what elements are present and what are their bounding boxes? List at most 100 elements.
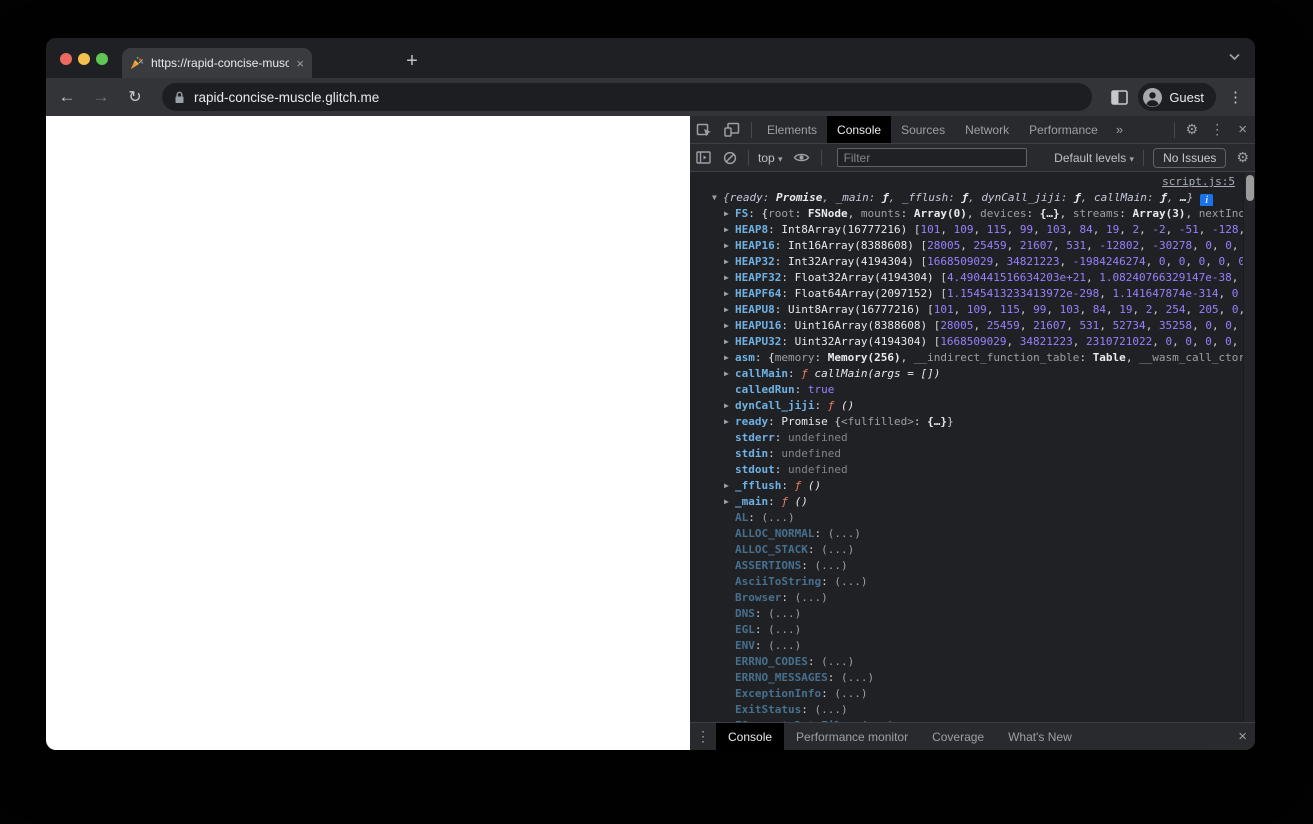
tab-performance[interactable]: Performance <box>1019 116 1108 143</box>
console-token: (...) <box>821 655 855 668</box>
disclosure-triangle-icon[interactable]: ▶ <box>724 270 735 286</box>
forward-button[interactable]: → <box>88 87 114 107</box>
address-bar[interactable]: rapid-concise-muscle.glitch.me <box>162 83 1092 111</box>
devtools-close-icon[interactable]: × <box>1230 121 1255 138</box>
tab-network[interactable]: Network <box>955 116 1019 143</box>
disclosure-triangle-icon[interactable]: ▶ <box>724 494 735 510</box>
browser-menu-kebab-icon[interactable]: ⋮ <box>1226 88 1245 106</box>
device-toolbar-icon[interactable] <box>718 122 746 137</box>
disclosure-triangle-icon[interactable]: ▶ <box>724 366 735 382</box>
console-token: 0 <box>1225 335 1232 348</box>
console-token: nextInode <box>1198 207 1243 220</box>
tab-close-icon[interactable]: × <box>296 57 304 70</box>
browser-tab[interactable]: https://rapid-concise-muscle.g × <box>122 48 312 78</box>
console-token: (...) <box>840 671 875 684</box>
drawer-tab-performance-monitor[interactable]: Performance monitor <box>784 723 920 750</box>
inspect-element-icon[interactable] <box>690 122 718 138</box>
devtools-tab-bar: Elements Console Sources Network Perform… <box>690 116 1255 144</box>
eye-icon[interactable] <box>787 152 816 163</box>
console-token: : <box>848 719 861 722</box>
drawer-menu-kebab-icon[interactable]: ⋮ <box>690 728 716 745</box>
chevron-down-icon[interactable] <box>1228 52 1241 61</box>
more-tabs-icon[interactable]: » <box>1108 122 1131 137</box>
back-button[interactable]: ← <box>54 87 80 107</box>
new-tab-button[interactable]: + <box>398 48 426 76</box>
console-settings-gear-icon[interactable]: ⚙ <box>1230 149 1255 166</box>
clear-console-icon[interactable] <box>717 151 743 165</box>
disclosure-triangle-icon[interactable]: ▶ <box>724 286 735 302</box>
devtools-menu-kebab-icon[interactable]: ⋮ <box>1204 121 1230 138</box>
console-token: , <box>1165 223 1179 236</box>
drawer-close-icon[interactable]: × <box>1230 728 1255 745</box>
window-minimize-button[interactable] <box>78 53 90 65</box>
settings-gear-icon[interactable]: ⚙ <box>1180 121 1205 138</box>
console-line: ▶ HEAP8: Int8Array(16777216) [101, 109, 1… <box>690 222 1243 238</box>
tab-sources[interactable]: Sources <box>891 116 955 143</box>
disclosure-triangle-icon[interactable]: ▶ <box>724 478 735 494</box>
console-token: : <box>768 447 782 460</box>
filter-input[interactable] <box>836 148 1027 167</box>
devtools-drawer-bar: ⋮ Console Performance monitor Coverage W… <box>690 722 1255 750</box>
window-zoom-button[interactable] <box>96 53 108 65</box>
console-scrollbar[interactable] <box>1243 172 1255 722</box>
console-token: 84 <box>1092 303 1106 316</box>
context-selector[interactable]: top ▾ <box>754 151 787 165</box>
console-token: ready <box>735 415 769 428</box>
console-token: , <box>1059 255 1073 268</box>
disclosure-triangle-icon[interactable]: ▶ <box>724 254 735 270</box>
disclosure-triangle-icon[interactable]: ▶ <box>724 350 735 366</box>
console-token: 205 <box>1198 303 1219 316</box>
info-badge-icon[interactable]: i <box>1200 194 1214 206</box>
console-token: : <box>774 255 788 268</box>
disclosure-triangle-icon[interactable]: ▼ <box>712 190 723 206</box>
console-token: , <box>1006 223 1020 236</box>
console-token: , <box>1192 335 1206 348</box>
scrollbar-thumb[interactable] <box>1246 175 1254 201</box>
console-token: ExitStatus <box>735 703 802 716</box>
disclosure-triangle-icon[interactable]: ▶ <box>724 222 735 238</box>
source-link[interactable]: script.js:5 <box>1162 175 1235 188</box>
console-token: : <box>754 607 769 620</box>
console-token: HEAP16 <box>735 239 775 252</box>
console-sidebar-icon[interactable] <box>690 151 717 164</box>
browser-toolbar: ← → ↻ rapid-concise-muscle.glitch.me Gue… <box>46 78 1255 116</box>
lock-icon[interactable] <box>174 91 185 104</box>
reload-button[interactable]: ↻ <box>122 87 148 107</box>
console-token: 2310721022 <box>1086 335 1153 348</box>
disclosure-triangle-icon[interactable]: ▶ <box>724 318 735 334</box>
console-token: 1.08240766329147e-38 <box>1099 271 1232 284</box>
console-token: : <box>754 623 769 636</box>
tab-console[interactable]: Console <box>827 116 892 143</box>
console-token: : <box>821 687 835 700</box>
console-token: , <box>1211 239 1226 252</box>
disclosure-triangle-icon[interactable]: ▶ <box>724 414 735 430</box>
console-token: : <box>774 431 788 444</box>
console-line: stdout: undefined <box>690 462 1243 478</box>
log-levels-selector[interactable]: Default levels ▾ <box>1050 151 1138 165</box>
profile-button[interactable]: Guest <box>1138 83 1216 111</box>
console-token: , <box>847 207 861 220</box>
no-issues-button[interactable]: No Issues <box>1153 147 1227 168</box>
console-token: , <box>1019 303 1034 316</box>
drawer-tab-console[interactable]: Console <box>716 723 785 750</box>
console-token: ERRNO_CODES <box>735 655 808 668</box>
disclosure-triangle-icon[interactable]: ▶ <box>724 238 735 254</box>
disclosure-triangle-icon[interactable]: ▶ <box>724 206 735 222</box>
disclosure-triangle-icon[interactable]: ▶ <box>724 302 735 318</box>
console-token: ƒ <box>827 399 841 412</box>
console-token: Promise <box>776 191 823 204</box>
console-token: , <box>1205 255 1219 268</box>
console-token: , <box>1185 207 1199 220</box>
disclosure-triangle-icon[interactable]: ▶ <box>724 398 735 414</box>
console-token: : <box>807 655 822 668</box>
devtools-panel: Elements Console Sources Network Perform… <box>690 116 1255 750</box>
console-token: ENV <box>735 639 755 652</box>
console-token: 115 <box>986 223 1007 236</box>
window-close-button[interactable] <box>60 53 72 65</box>
side-panel-icon[interactable] <box>1111 89 1129 105</box>
drawer-tab-whats-new[interactable]: What's New <box>996 723 1084 750</box>
disclosure-triangle-icon[interactable]: ▶ <box>724 334 735 350</box>
console-token: , <box>1172 335 1186 348</box>
drawer-tab-coverage[interactable]: Coverage <box>920 723 996 750</box>
tab-elements[interactable]: Elements <box>757 116 827 143</box>
